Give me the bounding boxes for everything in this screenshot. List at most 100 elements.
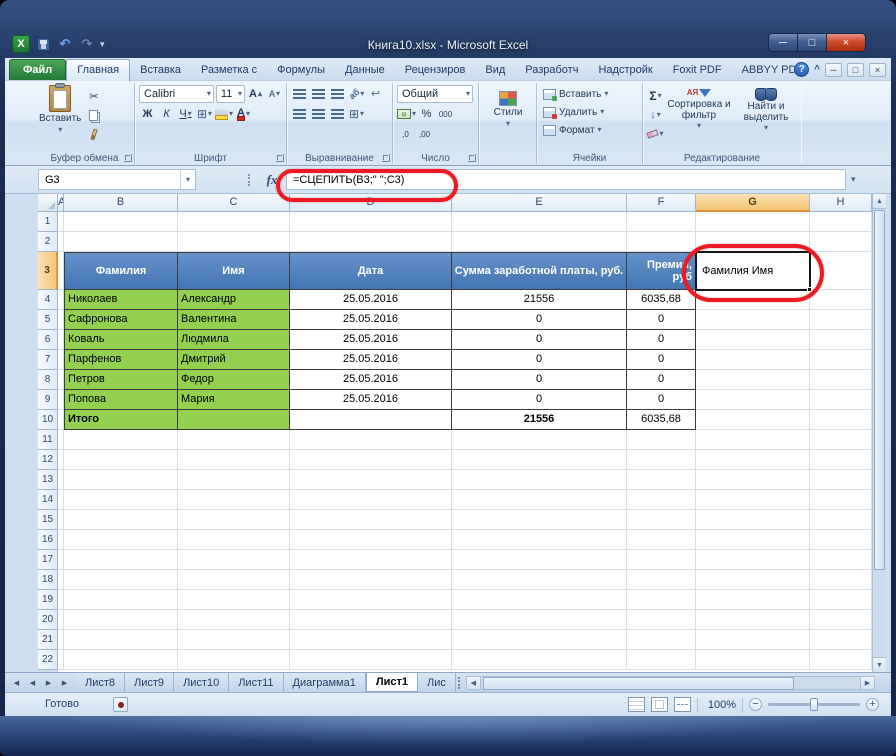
cell-E15[interactable]: [452, 510, 627, 530]
row-header-19[interactable]: 19: [38, 590, 58, 610]
cell-B13[interactable]: [64, 470, 178, 490]
row-header-1[interactable]: 1: [38, 212, 58, 232]
cell-H2[interactable]: [810, 232, 872, 252]
expand-formula-bar-icon[interactable]: ▾: [851, 174, 856, 185]
cell-E7[interactable]: 0: [452, 350, 627, 370]
row-header-8[interactable]: 8: [38, 370, 58, 390]
cell-H4[interactable]: [810, 290, 872, 310]
sheet-tab-Лист11[interactable]: Лист11: [229, 673, 283, 692]
sheet-tab-Лист10[interactable]: Лист10: [174, 673, 229, 692]
cell-C3[interactable]: Имя: [178, 252, 290, 290]
bold-button[interactable]: Ж: [139, 105, 156, 123]
row-header-20[interactable]: 20: [38, 610, 58, 630]
align-bottom-button[interactable]: [329, 85, 346, 103]
cell-B2[interactable]: [64, 232, 178, 252]
cell-G6[interactable]: [696, 330, 810, 350]
cell-G7[interactable]: [696, 350, 810, 370]
row-header-3[interactable]: 3: [38, 252, 58, 290]
cell-E13[interactable]: [452, 470, 627, 490]
sheet-tab-Лис[interactable]: Лис: [418, 673, 456, 692]
column-header-G[interactable]: G: [696, 194, 810, 212]
find-select-button[interactable]: Найти и выделить ▾: [734, 85, 798, 143]
workbook-close-button[interactable]: ×: [869, 63, 886, 77]
cell-C15[interactable]: [178, 510, 290, 530]
cell-B5[interactable]: Сафронова: [64, 310, 178, 330]
cell-H18[interactable]: [810, 570, 872, 590]
redo-button[interactable]: ↷: [78, 35, 96, 53]
cell-G13[interactable]: [696, 470, 810, 490]
cell-G5[interactable]: [696, 310, 810, 330]
cell-F22[interactable]: [627, 650, 696, 670]
ribbon-tab-Рецензиров[interactable]: Рецензиров: [395, 60, 476, 80]
ribbon-tab-Вставка[interactable]: Вставка: [130, 60, 191, 80]
cell-B6[interactable]: Коваль: [64, 330, 178, 350]
ribbon-tab-Файл[interactable]: Файл: [9, 59, 66, 80]
cell-H12[interactable]: [810, 450, 872, 470]
cell-F1[interactable]: [627, 212, 696, 232]
cell-C5[interactable]: Валентина: [178, 310, 290, 330]
row-header-21[interactable]: 21: [38, 630, 58, 650]
cell-H15[interactable]: [810, 510, 872, 530]
cell-B9[interactable]: Попова: [64, 390, 178, 410]
align-center-button[interactable]: [310, 105, 327, 123]
wrap-text-button[interactable]: ↩: [367, 85, 384, 103]
cell-F5[interactable]: 0: [627, 310, 696, 330]
percent-style-button[interactable]: %: [418, 105, 435, 123]
cell-D18[interactable]: [290, 570, 452, 590]
cell-H7[interactable]: [810, 350, 872, 370]
cell-E17[interactable]: [452, 550, 627, 570]
cell-D22[interactable]: [290, 650, 452, 670]
cut-button[interactable]: ✂: [85, 87, 102, 105]
cell-G9[interactable]: [696, 390, 810, 410]
cell-G4[interactable]: [696, 290, 810, 310]
cell-D15[interactable]: [290, 510, 452, 530]
workbook-restore-button[interactable]: □: [847, 63, 864, 77]
row-header-14[interactable]: 14: [38, 490, 58, 510]
vertical-scroll-thumb[interactable]: [874, 210, 885, 570]
cell-H5[interactable]: [810, 310, 872, 330]
cell-H21[interactable]: [810, 630, 872, 650]
cell-E21[interactable]: [452, 630, 627, 650]
cell-D2[interactable]: [290, 232, 452, 252]
workbook-minimize-button[interactable]: ─: [825, 63, 842, 77]
cell-B1[interactable]: [64, 212, 178, 232]
column-header-E[interactable]: E: [452, 194, 627, 212]
cell-H13[interactable]: [810, 470, 872, 490]
column-header-D[interactable]: D: [290, 194, 452, 212]
cell-C12[interactable]: [178, 450, 290, 470]
cell-B4[interactable]: Николаев: [64, 290, 178, 310]
cell-G16[interactable]: [696, 530, 810, 550]
last-sheet-button[interactable]: ▶: [57, 676, 72, 690]
cell-C19[interactable]: [178, 590, 290, 610]
formula-input[interactable]: =СЦЕПИТЬ(B3;" ";C3): [286, 169, 846, 190]
cell-B16[interactable]: [64, 530, 178, 550]
cell-C6[interactable]: Людмила: [178, 330, 290, 350]
cell-H9[interactable]: [810, 390, 872, 410]
cell-E6[interactable]: 0: [452, 330, 627, 350]
zoom-level[interactable]: 100%: [704, 699, 736, 711]
prev-sheet-button[interactable]: ◀: [25, 676, 40, 690]
merge-center-button[interactable]: ⊞▾: [348, 105, 365, 123]
ribbon-tab-Разметка с[interactable]: Разметка с: [191, 60, 267, 80]
row-header-6[interactable]: 6: [38, 330, 58, 350]
cell-H19[interactable]: [810, 590, 872, 610]
fill-color-button[interactable]: ▾: [215, 105, 233, 123]
close-button[interactable]: ×: [826, 33, 866, 52]
page-break-view-button[interactable]: [674, 697, 691, 712]
cell-E20[interactable]: [452, 610, 627, 630]
cell-C21[interactable]: [178, 630, 290, 650]
cell-G17[interactable]: [696, 550, 810, 570]
cell-G22[interactable]: [696, 650, 810, 670]
scroll-left-icon[interactable]: ◀: [466, 676, 481, 690]
scroll-up-icon[interactable]: ▲: [873, 194, 886, 209]
cell-D21[interactable]: [290, 630, 452, 650]
row-header-16[interactable]: 16: [38, 530, 58, 550]
cell-D8[interactable]: 25.05.2016: [290, 370, 452, 390]
cell-H3[interactable]: [810, 252, 872, 290]
horizontal-scroll-thumb[interactable]: [483, 677, 794, 690]
cell-E10[interactable]: 21556: [452, 410, 627, 430]
cell-B8[interactable]: Петров: [64, 370, 178, 390]
macro-record-button[interactable]: [113, 697, 128, 712]
ribbon-tab-Foxit PDF[interactable]: Foxit PDF: [663, 60, 732, 80]
cell-E19[interactable]: [452, 590, 627, 610]
